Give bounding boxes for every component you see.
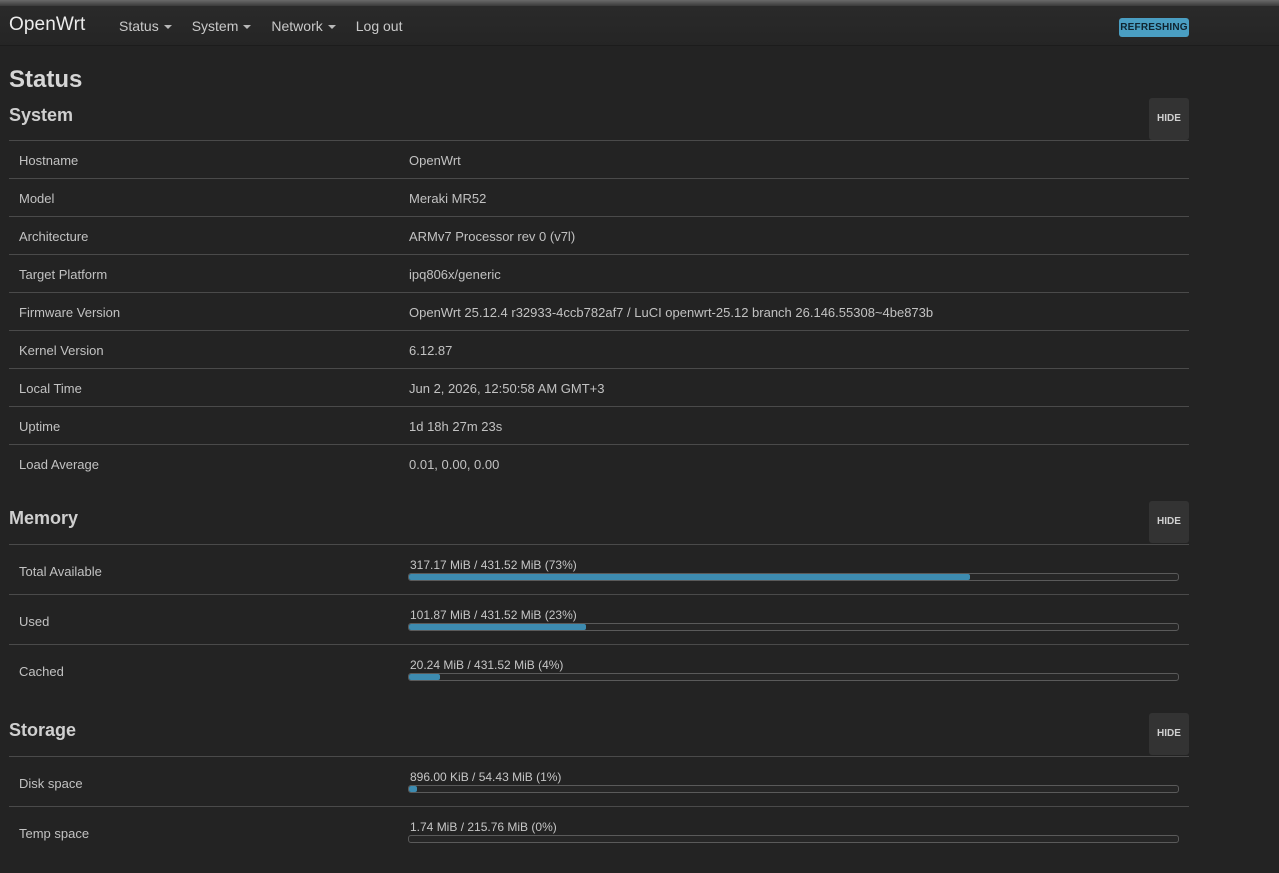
page-title: Status (9, 66, 83, 93)
menu-status-label: Status (119, 18, 159, 34)
table-row: Target Platform ipq806x/generic (9, 255, 1189, 293)
row-value: OpenWrt 25.12.4 r32933-4ccb782af7 / LuCI… (409, 305, 934, 320)
progress-fill (409, 624, 586, 630)
menu-network-label: Network (271, 18, 323, 34)
table-row: Uptime 1d 18h 27m 23s (9, 407, 1189, 445)
chevron-down-icon (243, 24, 252, 29)
chevron-down-icon (163, 24, 172, 29)
progress-text: 20.24 MiB / 431.52 MiB (4%) (410, 658, 564, 672)
progress-bar (408, 835, 1179, 843)
row-label: Hostname (19, 153, 79, 168)
row-label: Firmware Version (19, 305, 121, 320)
storage-section-title: Storage (9, 720, 77, 740)
progress-bar (408, 573, 1179, 581)
progress-bar (408, 673, 1179, 681)
memory-section-title: Memory (9, 508, 79, 528)
row-label: Temp space (19, 826, 90, 841)
row-label: Architecture (19, 229, 89, 244)
row-value: Jun 2, 2026, 12:50:58 AM GMT+3 (409, 381, 605, 396)
progress-fill (409, 674, 440, 680)
progress-fill (409, 786, 417, 792)
table-row: Local Time Jun 2, 2026, 12:50:58 AM GMT+… (9, 369, 1189, 407)
storage-table: Disk space 896.00 KiB / 54.43 MiB (1%) T… (9, 756, 1189, 857)
navbar: OpenWrt Status System Network Log out RE… (0, 6, 1279, 46)
table-row: Total Available 317.17 MiB / 431.52 MiB … (9, 545, 1189, 595)
main-menu: Status System Network Log out (119, 18, 422, 34)
row-label: Target Platform (19, 267, 108, 282)
table-row: Used 101.87 MiB / 431.52 MiB (23%) (9, 595, 1189, 645)
row-label: Uptime (19, 419, 61, 434)
table-row: Hostname OpenWrt (9, 141, 1189, 179)
row-value: Meraki MR52 (409, 191, 487, 206)
table-row: Cached 20.24 MiB / 431.52 MiB (4%) (9, 645, 1189, 695)
system-section-header: System HIDE (9, 98, 1189, 142)
row-value: 1d 18h 27m 23s (409, 419, 503, 434)
row-value: OpenWrt (409, 153, 461, 168)
progress-text: 317.17 MiB / 431.52 MiB (73%) (410, 558, 577, 572)
menu-status[interactable]: Status (119, 18, 172, 34)
refreshing-badge[interactable]: REFRESHING (1119, 18, 1189, 37)
menu-logout-label: Log out (355, 18, 403, 34)
storage-section-header: Storage HIDE (9, 713, 1189, 757)
brand-logo[interactable]: OpenWrt (9, 14, 85, 36)
row-value: ARMv7 Processor rev 0 (v7l) (409, 229, 576, 244)
menu-logout[interactable]: Log out (356, 18, 403, 34)
table-row: Firmware Version OpenWrt 25.12.4 r32933-… (9, 293, 1189, 331)
table-row: Model Meraki MR52 (9, 179, 1189, 217)
memory-table: Total Available 317.17 MiB / 431.52 MiB … (9, 544, 1189, 695)
row-value: ipq806x/generic (409, 267, 501, 282)
progress-text: 896.00 KiB / 54.43 MiB (1%) (410, 770, 562, 784)
memory-section-header: Memory HIDE (9, 501, 1189, 545)
progress-bar (408, 623, 1179, 631)
menu-system[interactable]: System (192, 18, 252, 34)
progress-bar (408, 785, 1179, 793)
menu-network[interactable]: Network (271, 18, 336, 34)
table-row: Disk space 896.00 KiB / 54.43 MiB (1%) (9, 757, 1189, 807)
progress-text: 101.87 MiB / 431.52 MiB (23%) (410, 608, 577, 622)
progress-text: 1.74 MiB / 215.76 MiB (0%) (410, 820, 557, 834)
row-label: Cached (19, 664, 64, 679)
memory-hide-button[interactable]: HIDE (1149, 501, 1189, 543)
progress-fill (409, 574, 971, 580)
table-row: Kernel Version 6.12.87 (9, 331, 1189, 369)
chevron-down-icon (327, 24, 336, 29)
table-row: Load Average 0.01, 0.00, 0.00 (9, 445, 1189, 483)
row-label: Disk space (19, 776, 83, 791)
row-label: Kernel Version (19, 343, 104, 358)
system-hide-button[interactable]: HIDE (1149, 98, 1189, 140)
table-row: Architecture ARMv7 Processor rev 0 (v7l) (9, 217, 1189, 255)
menu-system-label: System (191, 18, 239, 34)
system-table: Hostname OpenWrt Model Meraki MR52 Archi… (9, 140, 1189, 483)
row-label: Total Available (19, 564, 102, 579)
system-section-title: System (9, 105, 74, 125)
row-label: Load Average (19, 457, 99, 472)
storage-hide-button[interactable]: HIDE (1149, 713, 1189, 755)
row-value: 6.12.87 (409, 343, 453, 358)
row-label: Used (19, 614, 50, 629)
row-label: Model (19, 191, 55, 206)
table-row: Temp space 1.74 MiB / 215.76 MiB (0%) (9, 807, 1189, 857)
row-value: 0.01, 0.00, 0.00 (409, 457, 500, 472)
row-label: Local Time (19, 381, 82, 396)
